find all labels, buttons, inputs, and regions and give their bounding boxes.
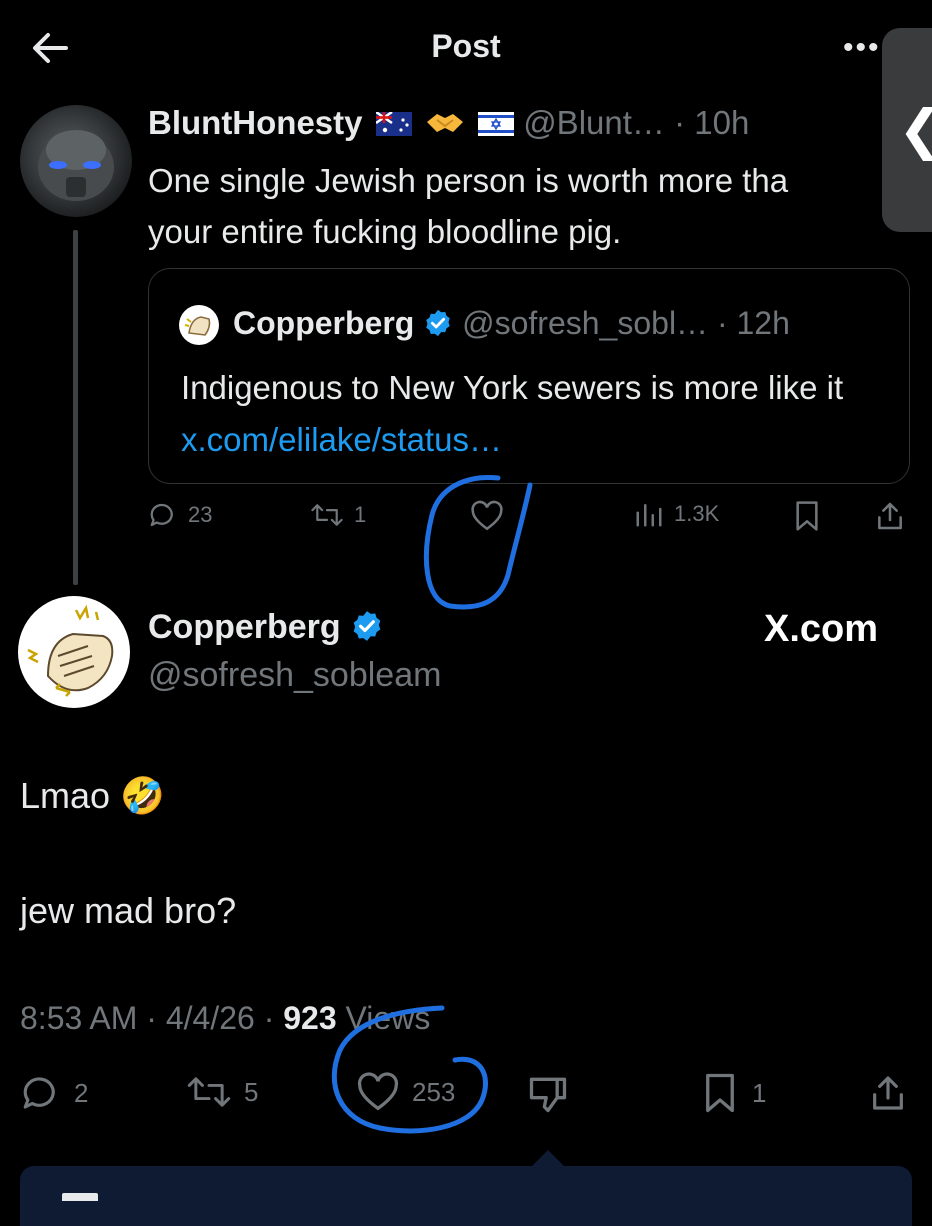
- repost-action[interactable]: 5: [186, 1072, 258, 1112]
- post-metadata: 8:53 AM · 4/4/26 · 923 Views: [20, 1000, 431, 1036]
- post-text: One single Jewish person is worth more t…: [148, 155, 888, 257]
- views-count: 1.3K: [674, 501, 720, 526]
- like-action[interactable]: [470, 500, 504, 532]
- main-action-bar: 2 5 253 1: [20, 1072, 920, 1128]
- page-title: Post: [431, 28, 501, 64]
- watermark-brand: X.com: [764, 608, 879, 650]
- repost-icon: [311, 504, 343, 526]
- thumbs-down-icon: [529, 1077, 567, 1113]
- parent-action-bar: 23 1 1.3K: [148, 500, 918, 550]
- share-icon: [873, 1076, 903, 1110]
- repost-action[interactable]: 1: [310, 500, 366, 530]
- thread-connector: [73, 230, 78, 585]
- reply-action[interactable]: 23: [148, 500, 212, 530]
- like-count: 253: [412, 1076, 456, 1107]
- like-action[interactable]: 253: [356, 1072, 455, 1112]
- handshake-icon: [425, 106, 465, 144]
- banner-pointer: [532, 1150, 564, 1166]
- bookmark-icon: [796, 501, 818, 531]
- timestamp[interactable]: · 10h: [674, 104, 749, 141]
- australia-flag-icon: [374, 106, 412, 144]
- share-icon: [878, 502, 902, 530]
- quoted-author-line: Copperberg @sofresh_sobl… · 12h: [233, 305, 790, 342]
- handle[interactable]: @Blunt…: [523, 104, 665, 141]
- repost-count: 5: [244, 1076, 259, 1107]
- more-options-icon[interactable]: •••: [843, 33, 881, 63]
- repost-icon: [187, 1077, 231, 1107]
- views-chart-icon: [636, 504, 662, 527]
- share-action[interactable]: [874, 500, 906, 532]
- reply-icon: [150, 503, 173, 527]
- reply-icon: [23, 1077, 55, 1109]
- reply-action[interactable]: 2: [20, 1072, 88, 1114]
- avatar[interactable]: [20, 105, 132, 217]
- post-time: 8:53 AM: [20, 1000, 138, 1036]
- dislike-action[interactable]: [526, 1072, 570, 1116]
- author-line: BluntHonesty @Blunt… · 10h: [148, 104, 749, 144]
- bookmark-count: 1: [752, 1077, 767, 1108]
- post-text-line: jew mad bro?: [20, 890, 237, 931]
- quoted-display-name: Copperberg: [233, 305, 415, 341]
- post-text-line: Lmao 🤣: [20, 775, 165, 816]
- quoted-link[interactable]: x.com/elilake/status…: [181, 421, 502, 458]
- view-count: 923: [283, 1000, 337, 1036]
- verified-badge-icon: [353, 611, 381, 641]
- bookmark-action[interactable]: [792, 500, 822, 532]
- post-text-line: One single Jewish person is worth more t…: [148, 162, 789, 199]
- repost-count: 1: [354, 502, 367, 527]
- reply-count: 2: [74, 1077, 89, 1108]
- display-name[interactable]: Copperberg: [148, 608, 341, 646]
- share-action[interactable]: [868, 1072, 908, 1114]
- side-pull-tab[interactable]: ❮: [882, 28, 932, 232]
- reply-count: 23: [188, 502, 213, 527]
- bottom-banner[interactable]: [20, 1166, 912, 1226]
- quoted-timestamp: · 12h: [716, 305, 790, 341]
- views-label: Views: [345, 1000, 431, 1036]
- post-text-line: your entire fucking bloodline pig.: [148, 213, 622, 250]
- quoted-avatar: [179, 305, 219, 345]
- author-name-line: Copperberg: [148, 608, 384, 647]
- avatar[interactable]: [18, 596, 130, 708]
- bookmark-icon: [706, 1073, 734, 1113]
- israel-flag-icon: [478, 106, 515, 144]
- bookmark-action[interactable]: 1: [700, 1072, 766, 1114]
- heart-icon: [357, 1072, 399, 1111]
- quoted-text: Indigenous to New York sewers is more li…: [181, 362, 881, 466]
- heart-icon: [471, 500, 503, 531]
- post-date: 4/4/26: [165, 1000, 255, 1036]
- chevron-left-icon: ❮: [898, 98, 932, 161]
- verified-badge-icon: [426, 309, 450, 337]
- display-name[interactable]: BluntHonesty: [148, 104, 363, 141]
- views-action[interactable]: 1.3K: [634, 500, 719, 528]
- handle[interactable]: @sofresh_sobleam: [148, 656, 441, 695]
- quoted-handle: @sofresh_sobl…: [462, 305, 709, 341]
- quoted-body: Indigenous to New York sewers is more li…: [181, 369, 844, 406]
- quoted-post-card[interactable]: Copperberg @sofresh_sobl… · 12h Indigeno…: [148, 268, 910, 484]
